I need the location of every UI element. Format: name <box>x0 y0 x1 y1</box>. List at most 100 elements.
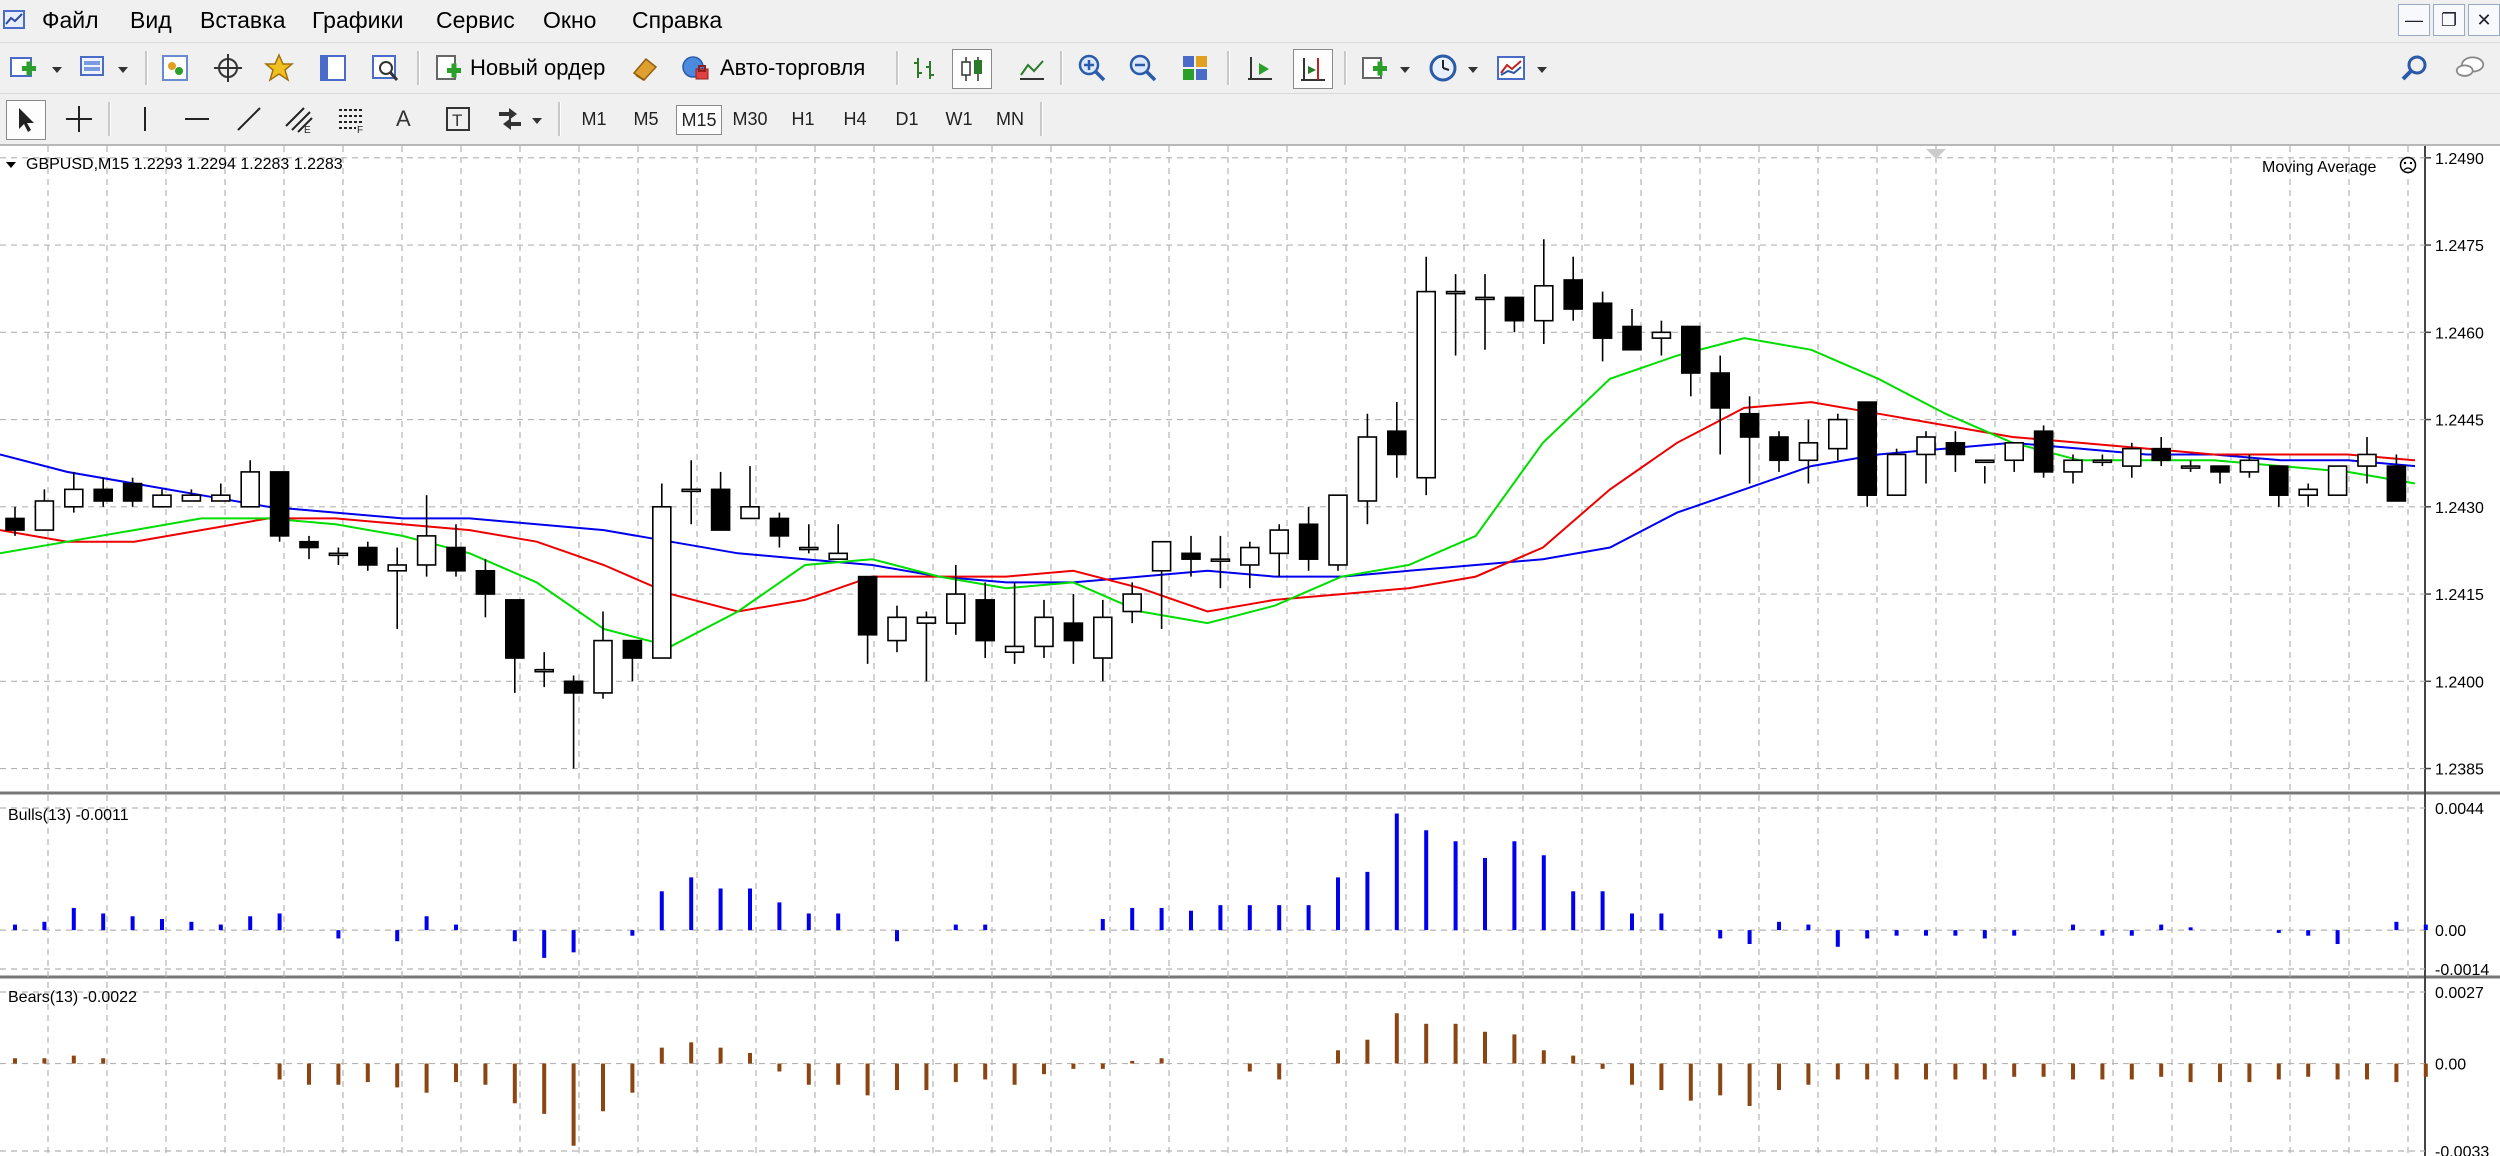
candle-body <box>1063 622 1084 642</box>
candle-body <box>1445 290 1466 295</box>
strategy-tester-icon[interactable] <box>370 53 400 83</box>
fibonacci-icon[interactable]: F <box>336 104 366 134</box>
zoom-out-icon[interactable] <box>1128 53 1158 83</box>
candle-body <box>1240 546 1260 566</box>
minimize-button[interactable]: — <box>2398 4 2430 36</box>
candle-body <box>651 506 672 659</box>
candle-body <box>710 488 731 531</box>
timeframe-mn[interactable]: MN <box>990 105 1030 133</box>
tile-windows-icon[interactable] <box>1180 53 1210 83</box>
candle-body <box>1298 523 1319 560</box>
menu-help[interactable]: Справка <box>632 7 722 34</box>
bar-chart-icon[interactable] <box>910 53 940 83</box>
market-watch-icon[interactable] <box>160 53 190 83</box>
timeframe-m30[interactable]: M30 <box>728 105 772 133</box>
timeframe-h1[interactable]: H1 <box>784 105 822 133</box>
bulls-tick-label: 0.0044 <box>2435 801 2484 818</box>
candle-body <box>240 471 260 508</box>
candle-body <box>1916 436 1936 456</box>
periods-clock-icon[interactable] <box>1428 53 1458 83</box>
candlestick-mode-button[interactable] <box>952 49 992 89</box>
vertical-line-icon[interactable] <box>130 104 160 134</box>
candle-body <box>1181 552 1201 560</box>
chevron-down-icon[interactable] <box>1537 67 1547 73</box>
candle-body <box>2298 488 2318 496</box>
candle-body <box>64 488 84 508</box>
svg-text:F: F <box>357 125 363 134</box>
timeframe-m15[interactable]: M15 <box>676 105 722 135</box>
chart-area[interactable]: 1.2490 1.2475 1.2460 1.2445 1.2430 1.2415 1.24… <box>0 146 2500 1156</box>
menu-insert[interactable]: Вставка <box>200 7 286 34</box>
price-tick-label: 1.2475 <box>2435 238 2484 255</box>
candle-body <box>1857 401 1877 496</box>
terminal-icon[interactable] <box>318 53 348 83</box>
timeframe-m1[interactable]: M1 <box>575 105 613 133</box>
crosshair-icon[interactable] <box>64 104 94 134</box>
chevron-down-icon[interactable] <box>1468 67 1478 73</box>
menu-bar: Файл Вид Вставка Графики Сервис Окно Спр… <box>0 0 2500 43</box>
auto-trading-button[interactable]: Авто-торговля <box>678 50 878 86</box>
menu-view[interactable]: Вид <box>130 7 172 34</box>
timeframe-w1[interactable]: W1 <box>940 105 978 133</box>
close-button[interactable]: ✕ <box>2468 4 2500 36</box>
chevron-down-icon[interactable] <box>52 67 62 73</box>
candle-body <box>2239 459 2260 473</box>
candle-body <box>534 668 555 673</box>
candle-body <box>1945 442 1966 456</box>
auto-scroll-icon[interactable] <box>1245 53 1275 83</box>
chevron-down-icon[interactable] <box>532 118 542 124</box>
price-tick-label: 1.2490 <box>2435 151 2484 168</box>
candle-body <box>1034 616 1054 648</box>
trendline-icon[interactable] <box>234 104 264 134</box>
data-window-crosshair-icon[interactable] <box>213 53 243 83</box>
bulls-tick-label: -0.0014 <box>2435 962 2489 979</box>
bears-tick-label: -0.0033 <box>2435 1144 2489 1156</box>
candle-body <box>5 517 25 531</box>
chevron-down-icon[interactable] <box>1400 67 1410 73</box>
arrows-icon[interactable] <box>495 104 525 134</box>
timeframe-h4[interactable]: H4 <box>836 105 874 133</box>
chart-shift-button[interactable] <box>1293 49 1333 89</box>
zoom-in-icon[interactable] <box>1077 53 1107 83</box>
profiles-icon[interactable] <box>78 53 108 83</box>
metaeditor-icon[interactable] <box>630 53 660 83</box>
search-icon[interactable] <box>2400 53 2430 83</box>
timeframe-m5[interactable]: M5 <box>627 105 665 133</box>
menu-window[interactable]: Окно <box>543 7 596 34</box>
text-tool-button[interactable]: A <box>396 106 411 132</box>
new-chart-icon[interactable] <box>8 53 38 83</box>
cursor-tool-button[interactable] <box>6 100 46 140</box>
menu-tools[interactable]: Сервис <box>436 7 515 34</box>
navigator-icon[interactable] <box>264 53 294 83</box>
candle-body <box>1093 616 1113 659</box>
candle-body <box>1886 453 1907 496</box>
candle-body <box>122 482 143 502</box>
sad-face-icon <box>2399 156 2417 174</box>
candle-body <box>2033 430 2054 473</box>
indicators-icon[interactable] <box>1360 53 1390 83</box>
candle-body <box>93 488 113 502</box>
candle-body <box>2063 459 2083 473</box>
candle-body <box>504 599 525 659</box>
templates-icon[interactable] <box>1496 53 1526 83</box>
line-chart-icon[interactable] <box>1017 53 1047 83</box>
menu-charts[interactable]: Графики <box>312 7 403 34</box>
candle-body <box>1975 459 1995 464</box>
chevron-down-icon[interactable] <box>118 67 128 73</box>
candle-body <box>1269 529 1289 555</box>
candle-body <box>34 500 55 531</box>
candle-body <box>1769 436 1789 462</box>
horizontal-line-icon[interactable] <box>182 104 212 134</box>
chat-icon[interactable] <box>2455 53 2485 83</box>
candle-body <box>857 575 878 636</box>
menu-file[interactable]: Файл <box>42 7 99 34</box>
candle-body <box>1122 593 1142 613</box>
bulls-label: Bulls(13) -0.0011 <box>8 807 129 824</box>
equidistant-channel-icon[interactable]: E <box>284 104 314 134</box>
timeframe-d1[interactable]: D1 <box>888 105 926 133</box>
text-label-icon[interactable]: T <box>443 104 473 134</box>
new-order-button[interactable]: Новый ордер <box>432 50 612 86</box>
chart-header: GBPUSD,M15 1.2293 1.2294 1.2283 1.2283 <box>26 156 343 173</box>
bears-label: Bears(13) -0.0022 <box>8 989 137 1006</box>
restore-button[interactable]: ❐ <box>2433 4 2465 36</box>
